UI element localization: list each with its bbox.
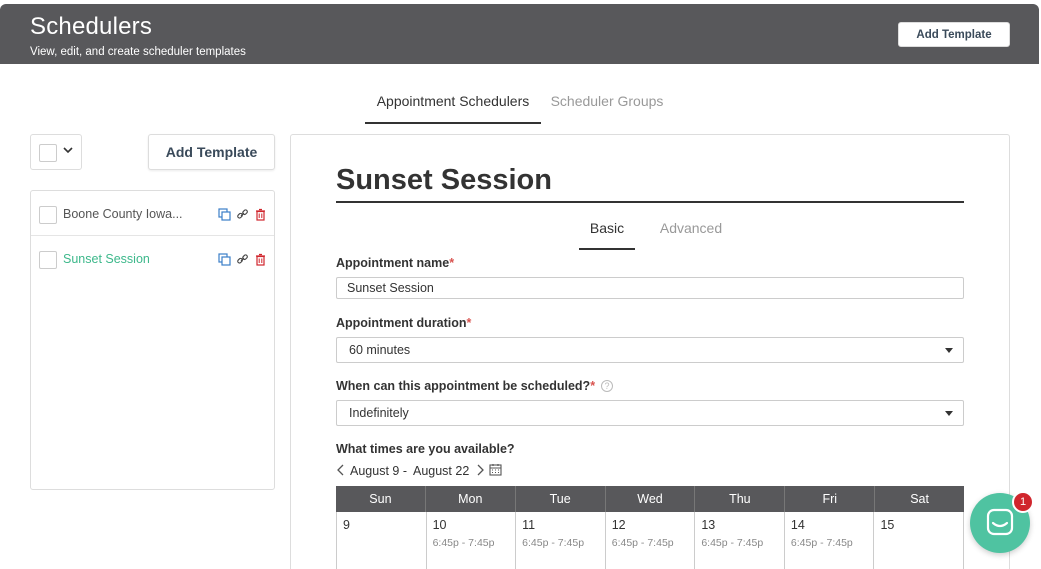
day-header: Sat (910, 492, 929, 506)
day-cell[interactable]: 13 6:45p - 7:45p (695, 512, 785, 569)
day-cell[interactable]: 10 6:45p - 7:45p (427, 512, 517, 569)
day-cell[interactable]: 14 6:45p - 7:45p (785, 512, 875, 569)
page-title: Schedulers (30, 13, 153, 40)
day-header: Wed (606, 486, 696, 512)
calendar-week: 9 10 6:45p - 7:45p 11 6:45p - 7:45p 12 6:45… (336, 512, 965, 569)
tab-advanced[interactable]: Advanced (652, 220, 730, 250)
day-header: Tue (516, 486, 606, 512)
scheduler-tabs: Appointment Schedulers Scheduler Groups (0, 86, 1041, 124)
day-cell[interactable]: 15 (874, 512, 965, 569)
time-slot[interactable]: 6:45p - 7:45p (522, 537, 584, 549)
chevron-down-icon[interactable] (63, 144, 73, 158)
day-header: Mon (426, 486, 516, 512)
day-number: 10 (432, 518, 447, 532)
link-icon[interactable] (236, 208, 249, 221)
chevron-left-icon[interactable] (336, 464, 346, 479)
list-item-label[interactable]: Sunset Session (63, 252, 189, 266)
date-range-nav: August 9 - August 22 (336, 463, 502, 479)
range-start: August 9 - (350, 464, 407, 478)
day-number: 11 (522, 518, 536, 532)
day-number: 15 (880, 518, 895, 532)
add-template-button[interactable]: Add Template (898, 22, 1010, 47)
tab-basic[interactable]: Basic (579, 220, 635, 250)
appointment-duration-label: Appointment duration* (336, 316, 472, 330)
day-header: Thu (695, 486, 786, 512)
day-number: 12 (611, 518, 626, 532)
duplicate-icon[interactable] (218, 253, 231, 266)
availability-calendar: Sun Mon Tue Wed Thu Fri Sat 9 10 6:45p - … (336, 486, 965, 569)
template-list: Boone County Iowa... Sunset Session (30, 190, 275, 490)
schedule-window-select[interactable]: Indefinitely (336, 400, 964, 426)
bulk-select-dropdown[interactable] (30, 134, 82, 170)
duration-value: 60 minutes (349, 343, 411, 357)
day-header: Sun (336, 486, 426, 512)
item-checkbox[interactable] (39, 251, 57, 269)
appointment-name-label: Appointment name* (336, 256, 455, 270)
page-header: Schedulers View, edit, and create schedu… (0, 4, 1039, 64)
dropdown-arrow-icon (945, 411, 953, 416)
calendar-header: Sun Mon Tue Wed Thu Fri Sat (336, 486, 964, 512)
tab-scheduler-groups[interactable]: Scheduler Groups (541, 86, 673, 124)
item-checkbox[interactable] (39, 206, 57, 224)
calendar-icon[interactable] (489, 463, 502, 479)
dropdown-arrow-icon (945, 348, 953, 353)
day-number: 9 (343, 518, 350, 532)
day-cell[interactable]: 11 6:45p - 7:45p (516, 512, 606, 569)
time-slot[interactable]: 6:45p - 7:45p (433, 537, 495, 549)
select-all-checkbox[interactable] (39, 144, 57, 162)
help-icon[interactable]: ? (601, 380, 614, 392)
day-header: Fri (785, 486, 876, 512)
title-divider (336, 201, 964, 203)
appointment-name-input[interactable]: Sunset Session (336, 277, 964, 299)
schedule-window-value: Indefinitely (349, 406, 409, 420)
time-slot[interactable]: 6:45p - 7:45p (612, 537, 674, 549)
range-end: August 22 (412, 464, 470, 478)
notification-badge: 1 (1012, 491, 1034, 513)
day-cell[interactable]: 12 6:45p - 7:45p (606, 512, 696, 569)
link-icon[interactable] (236, 253, 249, 266)
chevron-right-icon[interactable] (475, 464, 485, 479)
tab-appointment-schedulers[interactable]: Appointment Schedulers (365, 86, 541, 124)
trash-icon[interactable] (254, 253, 267, 266)
time-slot[interactable]: 6:45p - 7:45p (701, 537, 763, 549)
sidebar-add-template-button[interactable]: Add Template (148, 134, 275, 170)
page-subtitle: View, edit, and create scheduler templat… (30, 46, 246, 58)
day-number: 14 (790, 518, 805, 532)
time-slot[interactable]: 6:45p - 7:45p (791, 537, 853, 549)
day-cell[interactable]: 9 (337, 512, 427, 569)
list-item-label[interactable]: Boone County Iowa... (63, 207, 189, 221)
list-item[interactable]: Boone County Iowa... (31, 191, 274, 236)
day-number: 13 (701, 518, 716, 532)
appointment-duration-select[interactable]: 60 minutes (336, 337, 964, 363)
trash-icon[interactable] (254, 208, 267, 221)
availability-label: What times are you available? (336, 442, 515, 456)
duplicate-icon[interactable] (218, 208, 231, 221)
schedule-window-label: When can this appointment be scheduled?*… (336, 379, 614, 393)
list-item[interactable]: Sunset Session (31, 236, 274, 281)
editor-title: Sunset Session (336, 164, 552, 196)
